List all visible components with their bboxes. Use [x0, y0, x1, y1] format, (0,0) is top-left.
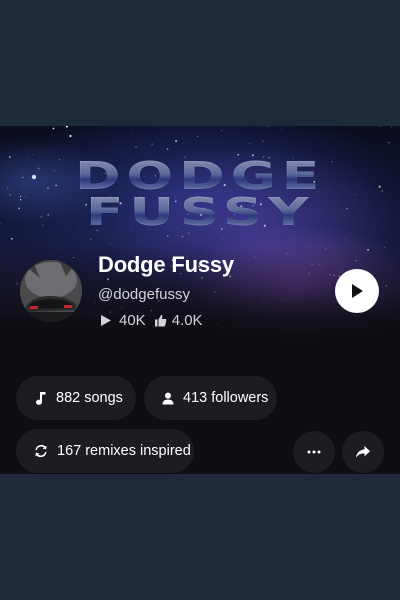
banner-logo-line1: DODGE: [0, 157, 400, 195]
share-button[interactable]: [342, 431, 384, 473]
banner-logo-line2: FUSSY: [0, 193, 400, 231]
avatar[interactable]: [20, 260, 82, 322]
more-icon: [307, 450, 321, 454]
artist-handle[interactable]: @dodgefussy: [98, 286, 190, 303]
followers-count-button[interactable]: 413 followers: [144, 376, 277, 420]
artist-name: Dodge Fussy: [98, 252, 234, 277]
banner-logo: DODGE FUSSY: [0, 157, 400, 231]
like-count: 4.0K: [171, 312, 203, 329]
refresh-icon: [35, 444, 47, 458]
play-count: 40K: [119, 312, 146, 329]
artist-profile: DODGE FUSSY Dodge Fussy @dodgefussy 40K …: [0, 126, 400, 474]
avatar-image: [20, 260, 82, 322]
play-icon: [352, 284, 363, 298]
music-note-icon: [36, 391, 46, 405]
share-icon: [356, 446, 370, 458]
thumbs-up-icon: [154, 314, 167, 327]
remixes-count-button[interactable]: 167 remixes inspired: [16, 429, 194, 473]
remixes-count-label: 167 remixes inspired: [57, 443, 191, 459]
followers-count-label: 413 followers: [183, 390, 269, 406]
play-button[interactable]: [335, 269, 379, 313]
songs-count-button[interactable]: 882 songs: [16, 376, 136, 420]
person-icon: [162, 392, 174, 404]
more-options-button[interactable]: [293, 431, 335, 473]
artist-stats: 40K 4.0K: [100, 312, 203, 329]
songs-count-label: 882 songs: [56, 390, 123, 406]
play-count-icon: [101, 315, 111, 326]
